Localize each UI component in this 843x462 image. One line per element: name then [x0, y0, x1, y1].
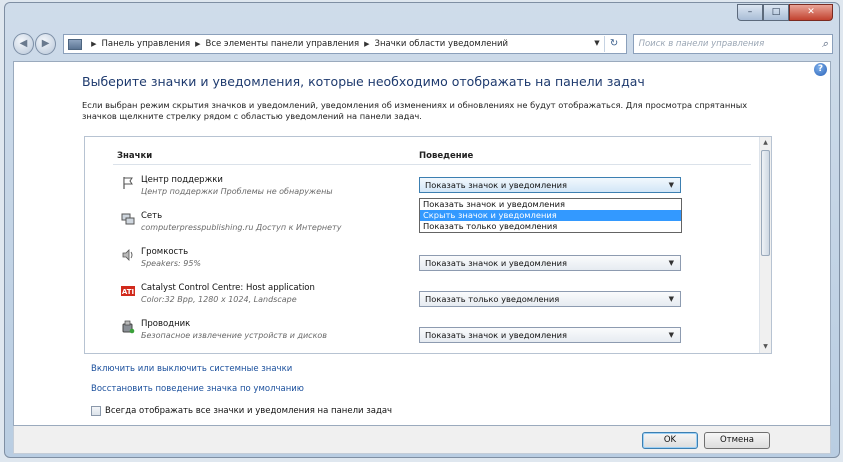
ok-button[interactable]: OK: [642, 432, 698, 449]
row-description: Центр поддержки Проблемы не обнаружены: [141, 187, 333, 196]
scrollbar-thumb[interactable]: [761, 150, 770, 256]
row-name: Центр поддержки: [141, 175, 223, 185]
content-pane: ? Выберите значки и уведомления, которые…: [13, 61, 831, 426]
breadcrumb-notification-icons[interactable]: Значки области уведомлений: [375, 39, 509, 49]
maximize-button[interactable]: □: [763, 4, 789, 21]
control-panel-icon: [68, 38, 83, 50]
column-header-icons: Значки: [117, 151, 153, 161]
row-description: computerpresspublishing.ru Доступ к Инте…: [141, 223, 342, 232]
cancel-button[interactable]: Отмена: [704, 432, 770, 449]
behavior-select-value: Показать значок и уведомления: [425, 180, 568, 190]
back-arrow-icon: ◀: [19, 38, 28, 49]
usb-device-icon: [122, 320, 135, 334]
behavior-dropdown-list: Показать значок и уведомления Скрыть зна…: [419, 198, 682, 233]
ati-icon: ATI: [121, 286, 135, 296]
help-icon[interactable]: ?: [814, 63, 827, 76]
forward-button[interactable]: ▶: [35, 33, 57, 55]
row-name: Громкость: [141, 247, 189, 257]
chevron-down-icon: ▼: [668, 331, 674, 339]
row-description: Безопасное извлечение устройств и дисков: [141, 331, 328, 340]
control-panel-window: – □ ✕ ◀ ▶ ▶ Панель управления ▶ Все элем…: [4, 2, 840, 458]
breadcrumb-chevron-icon[interactable]: ▶: [364, 40, 369, 48]
dropdown-option[interactable]: Показать только уведомления: [420, 221, 681, 232]
search-box[interactable]: Поиск в панели управления ⌕: [632, 34, 834, 54]
page-title: Выберите значки и уведомления, которые н…: [82, 74, 645, 89]
window-controls: – □ ✕: [737, 4, 833, 21]
dialog-footer: OK Отмена: [13, 426, 831, 454]
navigation-bar: ◀ ▶ ▶ Панель управления ▶ Все элементы п…: [13, 31, 834, 57]
header-divider: [113, 164, 751, 165]
always-show-option[interactable]: Всегда отображать все значки и уведомлен…: [91, 406, 392, 416]
system-icons-link[interactable]: Включить или выключить системные значки: [91, 364, 292, 374]
behavior-select-value: Показать только уведомления: [425, 294, 560, 304]
table-row: ATI Catalyst Control Centre: Host applic…: [113, 281, 745, 317]
chevron-down-icon: ▼: [668, 181, 674, 189]
behavior-select[interactable]: Показать значок и уведомления ▼: [419, 327, 681, 343]
always-show-checkbox[interactable]: [91, 406, 101, 416]
vertical-scrollbar[interactable]: ▲ ▼: [759, 137, 771, 353]
flag-icon: [123, 177, 133, 189]
dropdown-option-highlighted[interactable]: Скрыть значок и уведомления: [420, 210, 681, 221]
search-icon[interactable]: ⌕: [822, 37, 828, 51]
close-button[interactable]: ✕: [789, 4, 833, 21]
behavior-select[interactable]: Показать значок и уведомления ▼: [419, 255, 681, 271]
restore-defaults-link[interactable]: Восстановить поведение значка по умолчан…: [91, 384, 304, 394]
row-name: Catalyst Control Centre: Host applicatio…: [141, 283, 315, 293]
table-row: Громкость Speakers: 95% Показать значок …: [113, 245, 745, 281]
behavior-select[interactable]: Показать только уведомления ▼: [419, 291, 681, 307]
minimize-button[interactable]: –: [737, 4, 763, 21]
chevron-down-icon: ▼: [668, 295, 674, 303]
chevron-down-icon: ▼: [668, 259, 674, 267]
row-description: Color:32 Bpp, 1280 x 1024, Landscape: [141, 295, 297, 304]
forward-arrow-icon: ▶: [41, 38, 50, 49]
table-row: Проводник Безопасное извлечение устройст…: [113, 317, 745, 353]
network-icon: [121, 213, 135, 225]
dropdown-option[interactable]: Показать значок и уведомления: [420, 199, 681, 210]
title-bar: – □ ✕: [5, 3, 839, 27]
row-description: Speakers: 95%: [141, 259, 202, 268]
breadcrumb-all-items[interactable]: Все элементы панели управления: [206, 39, 360, 49]
behavior-select-value: Показать значок и уведомления: [425, 330, 568, 340]
search-input[interactable]: Поиск в панели управления: [639, 39, 765, 49]
speaker-icon: [122, 249, 133, 261]
notification-icons-list: Значки Поведение Центр поддержки Центр п…: [84, 136, 772, 354]
scroll-down-icon[interactable]: ▼: [760, 341, 771, 353]
row-name: Проводник: [141, 319, 191, 329]
column-header-behavior: Поведение: [419, 151, 474, 161]
row-name: Сеть: [141, 211, 163, 221]
address-dropdown-icon[interactable]: ▼: [594, 39, 599, 47]
refresh-icon[interactable]: ↻: [603, 36, 624, 52]
behavior-select[interactable]: Показать значок и уведомления ▼: [419, 177, 681, 193]
breadcrumb-control-panel[interactable]: Панель управления: [102, 39, 191, 49]
address-bar[interactable]: ▶ Панель управления ▶ Все элементы панел…: [63, 34, 627, 54]
behavior-select-value: Показать значок и уведомления: [425, 258, 568, 268]
page-description: Если выбран режим скрытия значков и увед…: [82, 100, 748, 121]
breadcrumb-chevron-icon[interactable]: ▶: [195, 40, 200, 48]
svg-text:ATI: ATI: [122, 288, 134, 296]
scroll-up-icon[interactable]: ▲: [760, 137, 771, 149]
breadcrumb-chevron-icon[interactable]: ▶: [91, 40, 96, 48]
always-show-label[interactable]: Всегда отображать все значки и уведомлен…: [105, 406, 392, 416]
back-button[interactable]: ◀: [13, 33, 35, 55]
